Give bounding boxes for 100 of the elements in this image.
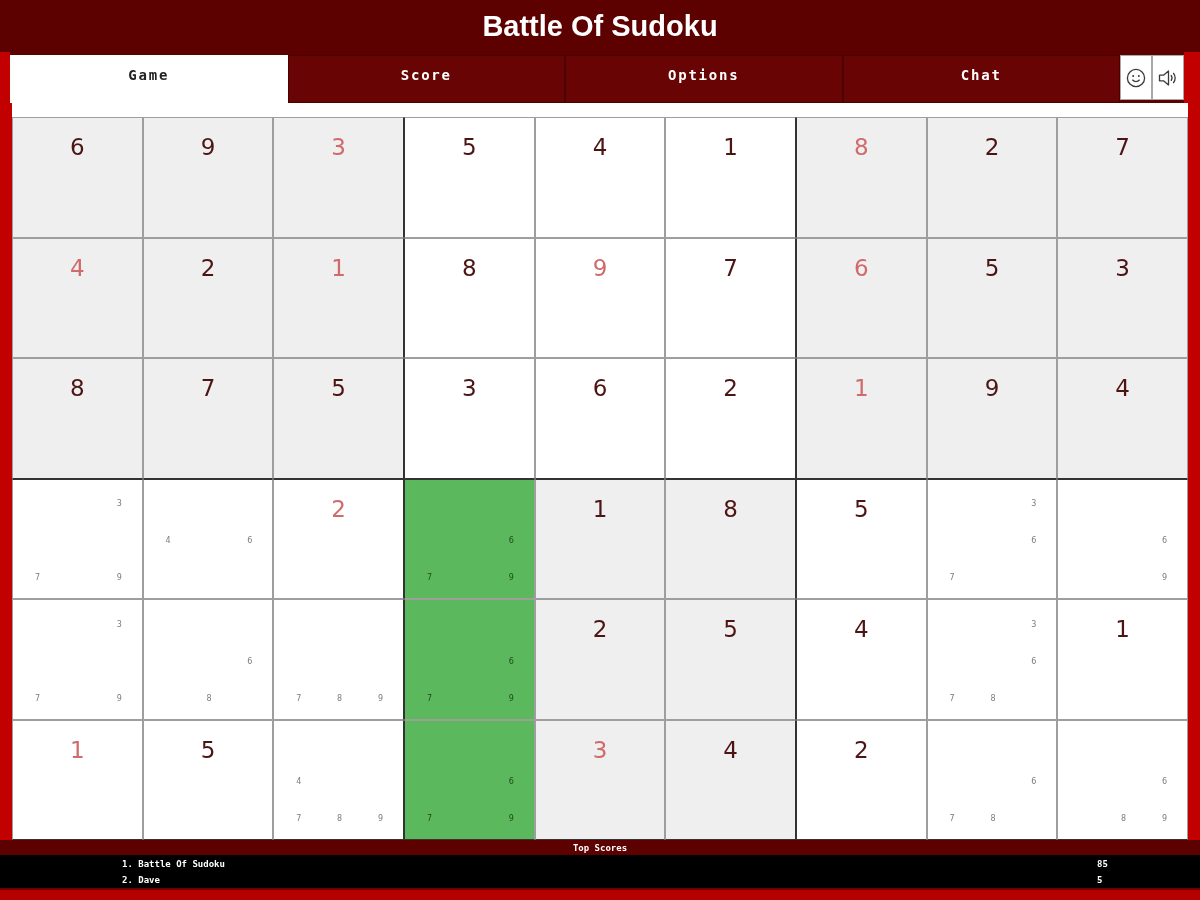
sudoku-cell[interactable]: 8 bbox=[404, 237, 535, 358]
sudoku-cell[interactable]: 8 bbox=[12, 358, 143, 479]
pencil-mark: 9 bbox=[378, 815, 384, 824]
speaker-icon bbox=[1158, 67, 1178, 88]
pencil-mark: 7 bbox=[949, 574, 955, 583]
sudoku-cell[interactable]: 2 bbox=[926, 117, 1058, 238]
pencil-mark: 3 bbox=[1031, 500, 1037, 509]
sudoku-cell[interactable]: 1 bbox=[12, 719, 143, 840]
sudoku-cell[interactable]: 3 6 7 bbox=[926, 478, 1058, 599]
pencil-mark: 6 bbox=[1031, 778, 1037, 787]
pencil-mark: 8 bbox=[337, 694, 343, 703]
sudoku-cell[interactable]: 4 bbox=[665, 719, 796, 840]
sound-button[interactable] bbox=[1152, 55, 1184, 100]
sudoku-cell[interactable]: 1 bbox=[1057, 599, 1188, 720]
sudoku-cell[interactable]: 5 bbox=[796, 478, 927, 599]
sudoku-cell[interactable]: 8 bbox=[665, 478, 796, 599]
app-title: Battle Of Sudoku bbox=[482, 11, 718, 41]
sudoku-cell[interactable]: 7 8 9 bbox=[273, 599, 404, 720]
pencil-mark: 7 bbox=[34, 574, 40, 583]
score-player: 2. Dave bbox=[122, 873, 160, 887]
emoji-button[interactable] bbox=[1120, 55, 1152, 100]
top-scores-title: Top Scores bbox=[0, 840, 1200, 855]
pencil-mark: 9 bbox=[116, 694, 122, 703]
sudoku-cell[interactable]: 2 bbox=[665, 358, 796, 479]
sudoku-cell[interactable]: 6 7 9 bbox=[404, 719, 535, 840]
pencil-mark: 9 bbox=[508, 574, 514, 583]
pencil-mark: 3 bbox=[1031, 620, 1037, 629]
sudoku-cell[interactable]: 5 bbox=[404, 117, 535, 238]
pencil-mark: 9 bbox=[378, 694, 384, 703]
sudoku-cell[interactable]: 2 bbox=[534, 599, 666, 720]
tab[interactable]: Game bbox=[10, 55, 288, 103]
sudoku-cell[interactable]: 6 bbox=[534, 358, 666, 479]
pencil-mark: 8 bbox=[990, 694, 996, 703]
sudoku-cell[interactable]: 7 bbox=[142, 358, 274, 479]
sudoku-cell[interactable]: 5 bbox=[926, 237, 1058, 358]
pencil-mark: 8 bbox=[990, 815, 996, 824]
pencil-mark: 6 bbox=[247, 657, 253, 666]
sudoku-cell[interactable]: 1 bbox=[534, 478, 666, 599]
pencil-mark: 7 bbox=[34, 694, 40, 703]
sudoku-cell[interactable]: 6 9 bbox=[1057, 478, 1188, 599]
tab[interactable]: Score bbox=[287, 55, 565, 103]
sudoku-cell[interactable]: 3 6 7 8 bbox=[926, 599, 1058, 720]
pencil-mark: 4 bbox=[165, 537, 171, 546]
pencil-mark: 7 bbox=[296, 815, 302, 824]
sudoku-cell[interactable]: 6 8 bbox=[142, 599, 274, 720]
sudoku-cell[interactable]: 4 6 bbox=[142, 478, 274, 599]
pencil-mark: 9 bbox=[116, 574, 122, 583]
pencil-mark: 6 bbox=[1162, 537, 1168, 546]
pencil-mark: 7 bbox=[949, 694, 955, 703]
pencil-mark: 6 bbox=[508, 537, 514, 546]
score-player: 1. Battle Of Sudoku bbox=[122, 857, 225, 871]
pencil-mark: 9 bbox=[508, 694, 514, 703]
sudoku-cell[interactable]: 7 bbox=[665, 237, 796, 358]
pencil-mark: 3 bbox=[116, 620, 122, 629]
pencil-mark: 9 bbox=[508, 815, 514, 824]
pencil-mark: 7 bbox=[296, 694, 302, 703]
pencil-mark: 6 bbox=[1162, 778, 1168, 787]
sudoku-cell[interactable]: 6 7 9 bbox=[404, 478, 535, 599]
sudoku-cell[interactable]: 9 bbox=[926, 358, 1058, 479]
pencil-mark: 7 bbox=[949, 815, 955, 824]
pencil-mark: 9 bbox=[1162, 574, 1168, 583]
sudoku-cell[interactable]: 6 7 9 bbox=[404, 599, 535, 720]
sudoku-cell[interactable]: 9 bbox=[534, 237, 666, 358]
sudoku-cell[interactable]: 9 bbox=[142, 117, 274, 238]
sudoku-cell[interactable]: 6 7 8 bbox=[926, 719, 1058, 840]
pencil-mark: 6 bbox=[1031, 537, 1037, 546]
pencil-mark: 6 bbox=[508, 778, 514, 787]
sudoku-cell[interactable]: 3 7 9 bbox=[12, 478, 143, 599]
sudoku-cell[interactable]: 2 bbox=[142, 237, 274, 358]
pencil-mark: 8 bbox=[337, 815, 343, 824]
pencil-mark: 4 bbox=[296, 778, 302, 787]
pencil-mark: 6 bbox=[508, 657, 514, 666]
sudoku-cell[interactable]: 5 bbox=[142, 719, 274, 840]
sudoku-cell[interactable]: 5 bbox=[665, 599, 796, 720]
sudoku-cell[interactable]: 4 7 8 9 bbox=[273, 719, 404, 840]
score-points: 5 bbox=[1097, 873, 1103, 887]
pencil-mark: 7 bbox=[426, 815, 432, 824]
pencil-mark: 6 bbox=[1031, 657, 1037, 666]
sudoku-cell[interactable]: 5 bbox=[273, 358, 404, 479]
sudoku-cell[interactable]: 6 bbox=[12, 117, 143, 238]
sudoku-cell[interactable]: 6 8 9 bbox=[1057, 719, 1188, 840]
pencil-mark: 3 bbox=[116, 500, 122, 509]
sudoku-cell[interactable]: 7 bbox=[1057, 117, 1188, 238]
sudoku-cell[interactable]: 2 bbox=[796, 719, 927, 840]
sudoku-cell[interactable]: 4 bbox=[534, 117, 666, 238]
sudoku-cell[interactable]: 1 bbox=[665, 117, 796, 238]
pencil-mark: 8 bbox=[206, 694, 212, 703]
sudoku-cell[interactable]: 3 bbox=[404, 358, 535, 479]
sudoku-cell[interactable]: 4 bbox=[796, 599, 927, 720]
smiley-icon bbox=[1126, 67, 1146, 88]
sudoku-cell[interactable]: 3 7 9 bbox=[12, 599, 143, 720]
sudoku-cell[interactable]: 4 bbox=[1057, 358, 1188, 479]
sudoku-cell[interactable]: 3 bbox=[1057, 237, 1188, 358]
pencil-mark: 9 bbox=[1162, 815, 1168, 824]
pencil-mark: 7 bbox=[426, 694, 432, 703]
sudoku-cell[interactable]: 2 bbox=[273, 478, 404, 599]
tab[interactable]: Options bbox=[565, 55, 843, 103]
tab[interactable]: Chat bbox=[842, 55, 1120, 103]
score-points: 85 bbox=[1097, 857, 1108, 871]
pencil-mark: 8 bbox=[1121, 815, 1127, 824]
